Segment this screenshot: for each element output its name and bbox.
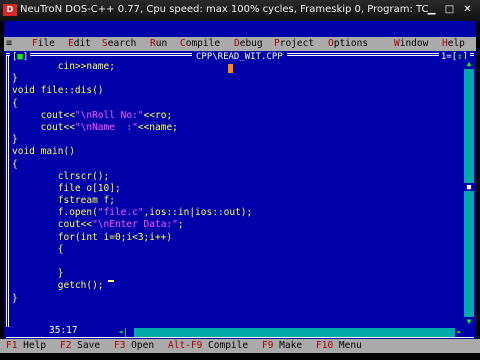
- horizontal-scrollbar[interactable]: ◄ ►: [116, 328, 464, 337]
- code-line: void main(): [12, 146, 458, 158]
- insert-cursor: [108, 280, 114, 282]
- menu-window[interactable]: Window: [394, 37, 428, 51]
- string-literal: "\nName :": [74, 121, 138, 133]
- code-text: clrscr();: [12, 170, 110, 182]
- code-text: cout<<: [12, 121, 75, 133]
- code-line: cin>>name;: [12, 61, 458, 73]
- code-line: void file::dis(): [12, 85, 458, 97]
- scroll-down-icon[interactable]: ▼: [464, 317, 474, 327]
- menu-file[interactable]: File: [32, 37, 55, 51]
- code-line: }: [12, 268, 458, 280]
- code-line: file o[10];: [12, 183, 458, 195]
- code-text: cin>>name;: [12, 61, 115, 72]
- code-line: {: [12, 159, 458, 171]
- text-cursor: [228, 64, 233, 73]
- code-line: f.open("file.c",ios::in|ios::out);: [12, 207, 458, 219]
- hotkey-save[interactable]: F2 Save: [60, 339, 100, 353]
- code-area[interactable]: cin>>name;} void file::dis(){ cout<<"\nRo…: [12, 61, 458, 305]
- hotkey-compile[interactable]: Alt-F9 Compile: [168, 339, 248, 353]
- menu-help[interactable]: Help: [442, 37, 465, 51]
- editor-window[interactable]: [■] CPP\READ_WIT.CPP 1=[↕] cin>>name;} vo…: [4, 51, 476, 340]
- string-literal: "\nRoll No:": [74, 109, 144, 121]
- code-line: clrscr();: [12, 171, 458, 183]
- window-title: NeuTroN DOS-C++ 0.77, Cpu speed: max 100…: [20, 4, 429, 15]
- window-title-bar[interactable]: D NeuTroN DOS-C++ 0.77, Cpu speed: max 1…: [0, 0, 480, 21]
- menu-search[interactable]: Search: [102, 37, 136, 51]
- dosbox-window: D NeuTroN DOS-C++ 0.77, Cpu speed: max 1…: [0, 0, 480, 360]
- dosbox-icon: D: [3, 4, 17, 16]
- code-line: }: [12, 134, 458, 146]
- code-text: void main(): [12, 146, 75, 158]
- code-text: getch();: [12, 280, 104, 292]
- scroll-right-icon[interactable]: ►: [455, 328, 464, 337]
- maximize-button[interactable]: □: [442, 3, 457, 16]
- code-line: cout<<"\nEnter Data:";: [12, 219, 458, 231]
- code-line: {: [12, 244, 458, 256]
- menu-run[interactable]: Run: [150, 37, 167, 51]
- string-literal: "\nEnter Data:": [92, 219, 178, 231]
- code-text: {: [12, 97, 18, 109]
- menu-project[interactable]: Project: [274, 37, 314, 51]
- code-text: cout<<: [12, 219, 93, 231]
- code-text: ,ios::in|ios::out);: [143, 207, 253, 219]
- cursor-position: 35:17: [46, 325, 81, 337]
- menu-compile[interactable]: Compile: [180, 37, 220, 51]
- code-text: void file::dis(): [12, 85, 104, 97]
- code-text: cout<<: [12, 109, 75, 121]
- minimize-button[interactable]: ▁: [424, 3, 439, 16]
- code-text: }: [12, 268, 64, 280]
- scroll-up-icon[interactable]: ▲: [464, 59, 474, 69]
- close-button[interactable]: ✕: [460, 3, 475, 16]
- menu-options[interactable]: Options: [328, 37, 368, 51]
- code-text: <<name;: [137, 121, 178, 133]
- code-text: for(int i=0;i<3;i++): [12, 231, 173, 243]
- code-line: {: [12, 98, 458, 110]
- hotkey-open[interactable]: F3 Open: [114, 339, 154, 353]
- code-text: ;: [177, 219, 184, 231]
- vertical-scrollbar[interactable]: ▲ ■ ▼: [464, 59, 474, 327]
- editor-top-border: [■] CPP\READ_WIT.CPP 1=[↕]: [6, 52, 474, 63]
- code-text: }: [12, 73, 18, 85]
- code-line: }: [12, 293, 458, 305]
- menu-bar: ≡ File Edit Search Run Compile Debug Pro…: [4, 37, 476, 51]
- hotkey-help[interactable]: F1 Help: [6, 339, 46, 353]
- code-line: getch();: [12, 280, 458, 292]
- code-text: {: [12, 158, 18, 170]
- code-text: f.open(: [12, 207, 98, 219]
- code-line: fstream f;: [12, 195, 458, 207]
- code-text: {: [12, 243, 64, 255]
- menu-debug[interactable]: Debug: [234, 37, 263, 51]
- scroll-left-icon[interactable]: ◄: [116, 328, 125, 337]
- code-text: }: [12, 134, 18, 146]
- dos-screen: ≡ File Edit Search Run Compile Debug Pro…: [4, 21, 476, 340]
- hotkey-make[interactable]: F9 Make: [262, 339, 302, 353]
- hotkey-bar: F1 Help F2 Save F3 Open Alt-F9 Compile F…: [0, 339, 480, 353]
- code-text: file o[10];: [12, 182, 121, 194]
- code-line: }: [12, 73, 458, 85]
- code-line: cout<<"\nName :"<<name;: [12, 122, 458, 134]
- system-menu-icon[interactable]: ≡: [6, 37, 12, 51]
- menu-edit[interactable]: Edit: [68, 37, 91, 51]
- code-text: fstream f;: [12, 195, 115, 207]
- scroll-thumb[interactable]: ■: [464, 183, 474, 191]
- hotkey-menu[interactable]: F10 Menu: [316, 339, 362, 353]
- string-literal: "file.c": [97, 207, 144, 219]
- code-line: cout<<"\nRoll No:"<<ro;: [12, 110, 458, 122]
- hscroll-thumb[interactable]: [126, 328, 134, 337]
- code-line: for(int i=0;i<3;i++): [12, 232, 458, 244]
- code-text: <<ro;: [143, 109, 173, 121]
- code-text: }: [12, 292, 18, 304]
